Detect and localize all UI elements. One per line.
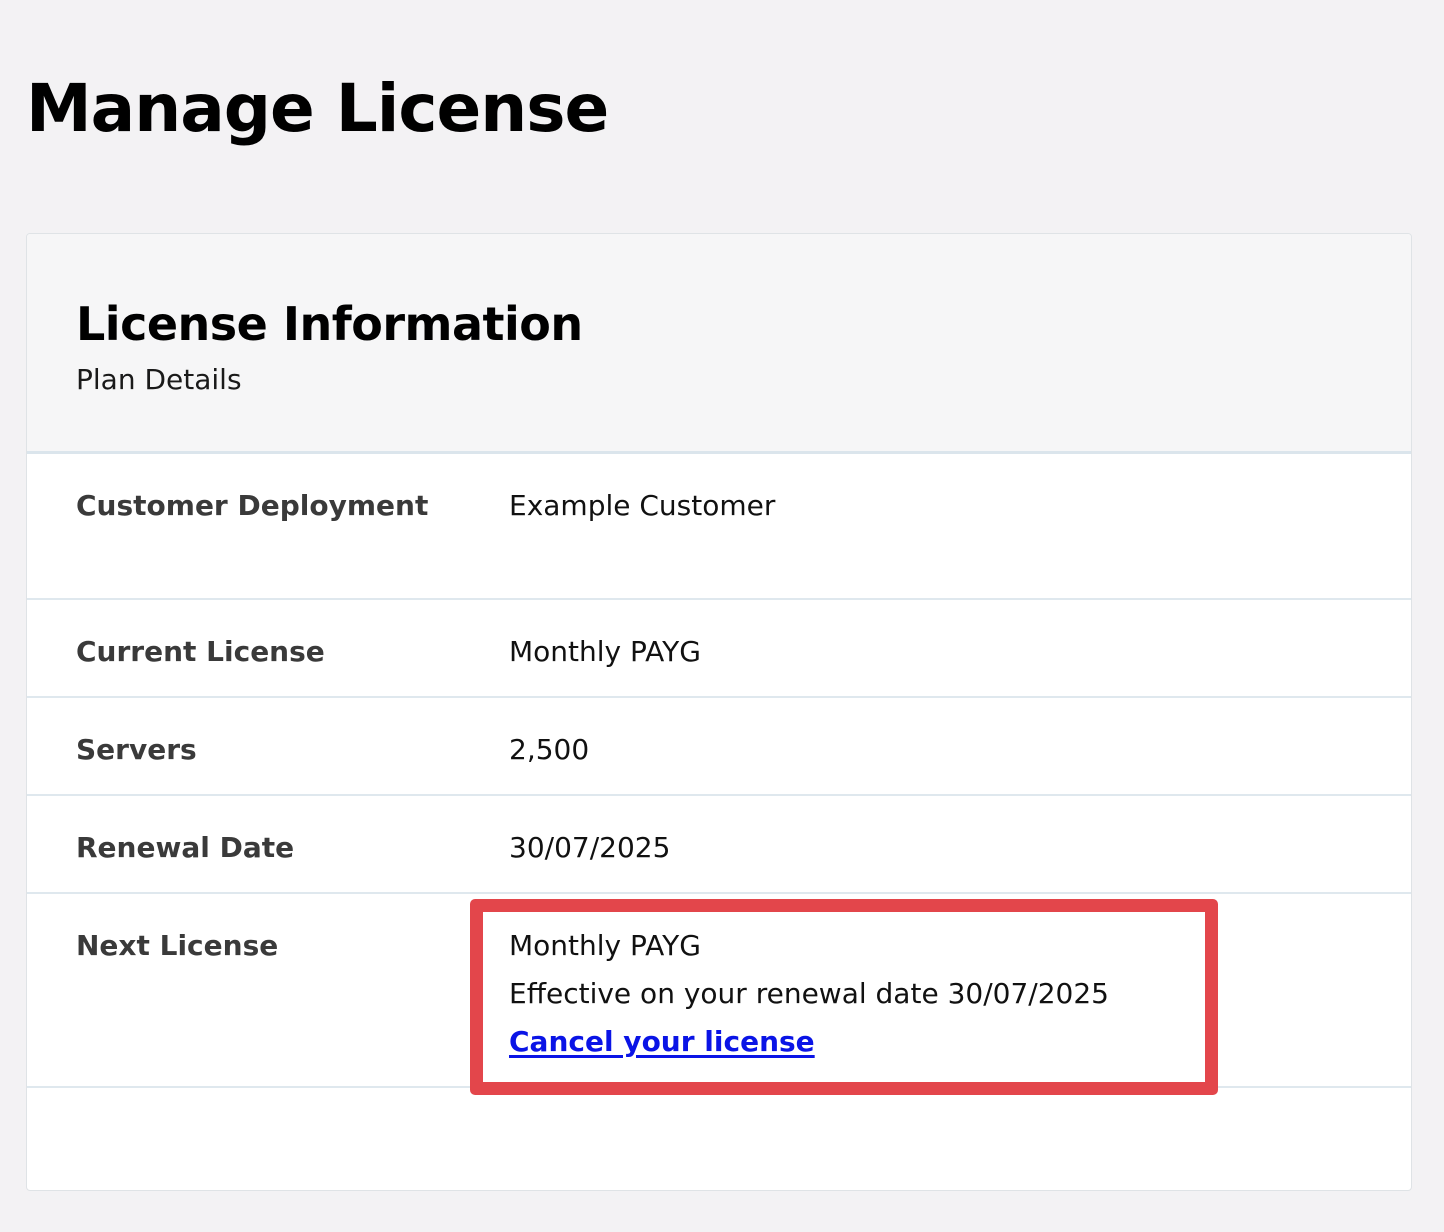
row-renewal-date: Renewal Date 30/07/2025: [27, 796, 1411, 894]
row-label: Renewal Date: [76, 831, 295, 864]
card-subtitle: Plan Details: [76, 363, 242, 396]
cancel-license-link[interactable]: Cancel your license: [509, 1018, 1109, 1066]
row-value: 30/07/2025: [509, 831, 671, 864]
page-title: Manage License: [26, 70, 609, 147]
row-servers: Servers 2,500: [27, 698, 1411, 796]
row-label: Current License: [76, 635, 325, 668]
next-license-plan: Monthly PAYG: [509, 929, 701, 962]
row-current-license: Current License Monthly PAYG: [27, 600, 1411, 698]
row-value: Example Customer: [509, 489, 776, 522]
row-value: Monthly PAYG: [509, 635, 701, 668]
row-value: 2,500: [509, 733, 590, 766]
next-license-details: Monthly PAYG Effective on your renewal d…: [509, 922, 1109, 1066]
row-next-license: Next License Monthly PAYG Effective on y…: [27, 894, 1411, 1088]
row-label: Servers: [76, 733, 197, 766]
row-customer-deployment: Customer Deployment Example Customer: [27, 454, 1411, 600]
card-title: License Information: [76, 297, 583, 351]
row-label: Next License: [76, 929, 279, 962]
row-label: Customer Deployment: [76, 489, 429, 522]
next-license-effective-note: Effective on your renewal date 30/07/202…: [509, 977, 1109, 1010]
license-info-card: License Information Plan Details Custome…: [26, 233, 1412, 1191]
card-header: License Information Plan Details: [27, 234, 1411, 454]
